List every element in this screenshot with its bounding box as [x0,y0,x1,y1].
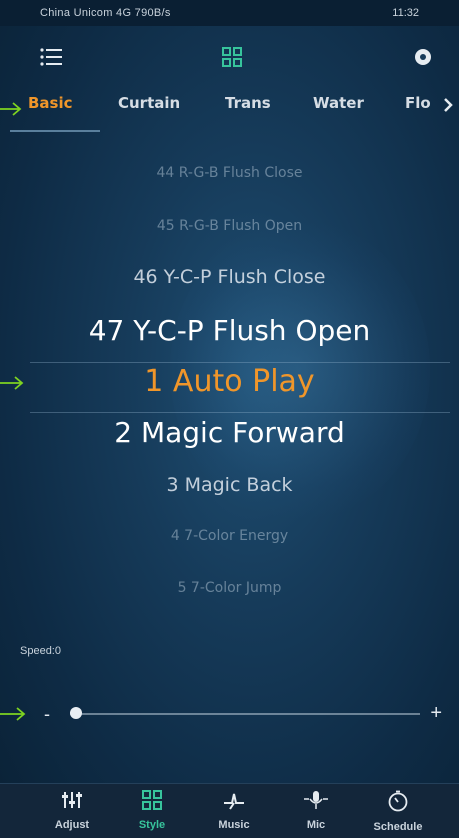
selection-line-top [30,362,450,363]
bottom-nav: Adjust Style Music Mic Schedule [0,783,459,838]
timer-icon [388,790,408,812]
speed-increase-button[interactable]: + [430,702,442,725]
tab-basic[interactable]: Basic [28,94,73,112]
selection-line-bottom [30,412,450,413]
sliders-icon [62,792,82,808]
mode-item[interactable]: 46 Y-C-P Flush Close [0,266,459,288]
mode-item[interactable]: 4 7-Color Energy [0,528,459,544]
category-tabs: Basic Curtain Trans Water Flo [0,86,459,132]
speed-decrease-button[interactable]: - [44,704,50,725]
annotation-arrow [0,102,22,116]
speed-label: Speed:0 [20,645,61,657]
nav-mic[interactable]: Mic [276,790,356,831]
nav-adjust[interactable]: Adjust [32,790,112,831]
tab-curtain[interactable]: Curtain [118,94,180,112]
tab-underline [10,130,100,132]
status-time: 11:32 [392,7,419,19]
nav-music[interactable]: Music [194,790,274,831]
nav-label: Adjust [54,819,90,831]
mode-item[interactable]: 5 7-Color Jump [0,580,459,596]
app-screen: China Unicom 4G 790B/s 11:32 Basic Curta… [0,0,459,838]
nav-style[interactable]: Style [112,790,192,831]
grid-icon[interactable] [220,45,244,69]
mode-picker[interactable]: 44 R-G-B Flush Close 45 R-G-B Flush Open… [0,150,459,620]
mode-item[interactable]: 45 R-G-B Flush Open [0,218,459,234]
mode-item[interactable]: 3 Magic Back [0,474,459,496]
top-bar [0,26,459,86]
mode-item[interactable]: 47 Y-C-P Flush Open [0,314,459,347]
mic-icon [304,791,328,809]
status-bar: China Unicom 4G 790B/s 11:32 [0,0,459,26]
status-left: China Unicom 4G 790B/s [40,7,171,19]
chevron-right-icon[interactable] [440,96,456,114]
annotation-arrow [0,376,24,390]
tab-flow[interactable]: Flo [405,94,431,112]
mode-item-selected[interactable]: 1 Auto Play [0,364,459,399]
slider-track[interactable] [70,713,420,715]
grid-icon [142,790,162,810]
record-icon[interactable] [412,46,434,68]
mode-item[interactable]: 44 R-G-B Flush Close [0,165,459,181]
mode-item[interactable]: 2 Magic Forward [0,416,459,449]
tab-trans[interactable]: Trans [225,94,271,112]
nav-label: Style [138,819,166,831]
tab-water[interactable]: Water [313,94,364,112]
nav-label: Schedule [373,821,423,833]
menu-icon[interactable] [38,46,64,68]
slider-thumb[interactable] [70,707,82,719]
music-icon [224,793,244,810]
nav-label: Music [218,819,250,831]
speed-slider[interactable]: - + [40,702,450,726]
nav-label: Mic [306,819,326,831]
annotation-arrow [0,707,26,721]
nav-schedule[interactable]: Schedule [358,790,438,833]
